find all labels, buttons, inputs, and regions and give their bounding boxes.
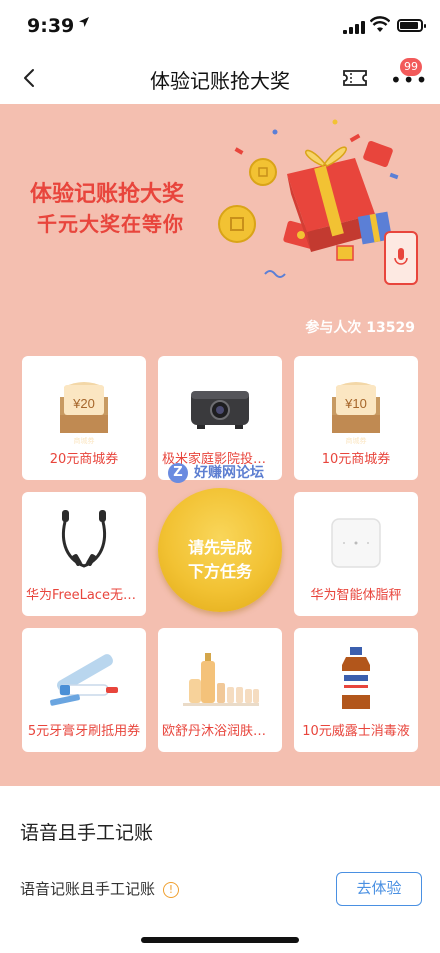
draw-button-line2: 下方任务 — [187, 562, 252, 581]
coupon-tag: 商城券 — [345, 437, 367, 445]
coupon-value: ¥10 — [345, 396, 367, 411]
home-indicator[interactable] — [141, 937, 299, 943]
prize-card[interactable]: 华为FreeLace无线耳机 — [22, 492, 146, 616]
ticket-icon[interactable] — [342, 67, 368, 89]
task-label: 语音记账且手工记账 — [20, 880, 156, 898]
gift-box-illustration-icon — [218, 119, 418, 285]
prize-card[interactable]: 5元牙膏牙刷抵用券 — [22, 628, 146, 752]
cellular-signal-icon — [343, 20, 365, 34]
prize-card[interactable]: 华为智能体脂秤 — [294, 492, 418, 616]
page-title: 体验记账抢大奖 — [150, 69, 290, 93]
hero-subtitle: 千元大奖在等你 — [37, 212, 184, 236]
toothbrush-icon — [22, 644, 146, 714]
coupon-icon: ¥10 商城券 — [294, 372, 418, 445]
try-task-button[interactable]: 去体验 — [336, 872, 422, 906]
prize-label: 20元商城券 — [49, 452, 119, 467]
prize-card[interactable]: 欧舒丹沐浴润肤套装 — [158, 628, 282, 752]
coupon-tag: 商城券 — [73, 437, 95, 445]
watermark-text: 好赚网论坛 — [194, 465, 264, 481]
task-row: 语音记账且手工记账! — [20, 878, 180, 899]
status-time: 9:39 — [27, 15, 75, 37]
prize-card[interactable]: 10元威露士消毒液 — [294, 628, 418, 752]
coupon-value: ¥20 — [73, 396, 95, 411]
wifi-icon — [370, 16, 390, 32]
prize-label: 华为智能体脂秤 — [310, 588, 402, 603]
prize-card[interactable]: ¥10 商城券 10元商城券 — [294, 356, 418, 480]
scale-icon — [294, 508, 418, 578]
projector-icon — [158, 372, 282, 442]
notification-badge: 99 — [400, 58, 422, 76]
prize-label: 10元商城券 — [321, 452, 391, 467]
watermark-logo-icon: Z — [168, 463, 188, 483]
cosmetics-icon — [158, 644, 282, 714]
task-section-title: 语音且手工记账 — [20, 822, 154, 844]
location-arrow-icon — [79, 17, 89, 27]
prize-label: 华为FreeLace无线耳机 — [26, 588, 142, 603]
battery-icon — [397, 19, 426, 32]
task-sheet: 语音且手工记账 语音记账且手工记账! 去体验 — [0, 790, 440, 953]
prize-label: 10元威露士消毒液 — [302, 724, 410, 739]
hero-title: 体验记账抢大奖 — [30, 182, 185, 207]
nav-bar: 体验记账抢大奖 ••• 99 — [0, 52, 440, 104]
coupon-icon: ¥20 商城券 — [22, 372, 146, 445]
prize-label: 5元牙膏牙刷抵用券 — [27, 724, 141, 739]
forum-watermark: Z 好赚网论坛 — [168, 462, 264, 483]
draw-button-line1: 请先完成 — [187, 538, 252, 557]
prize-label: 欧舒丹沐浴润肤套装 — [162, 724, 278, 739]
disinfectant-icon — [294, 644, 418, 714]
earphones-icon — [22, 508, 146, 578]
draw-button[interactable]: 请先完成 下方任务 — [158, 488, 282, 612]
participant-count: 参与人次 13529 — [305, 320, 415, 336]
prize-card[interactable]: ¥20 商城券 20元商城券 — [22, 356, 146, 480]
status-bar: 9:39 — [0, 0, 440, 52]
info-icon[interactable]: ! — [163, 881, 180, 898]
prize-board: 体验记账抢大奖 千元大奖在等你 参与人次 13529 ¥20 商城券 20元商城… — [0, 104, 440, 786]
